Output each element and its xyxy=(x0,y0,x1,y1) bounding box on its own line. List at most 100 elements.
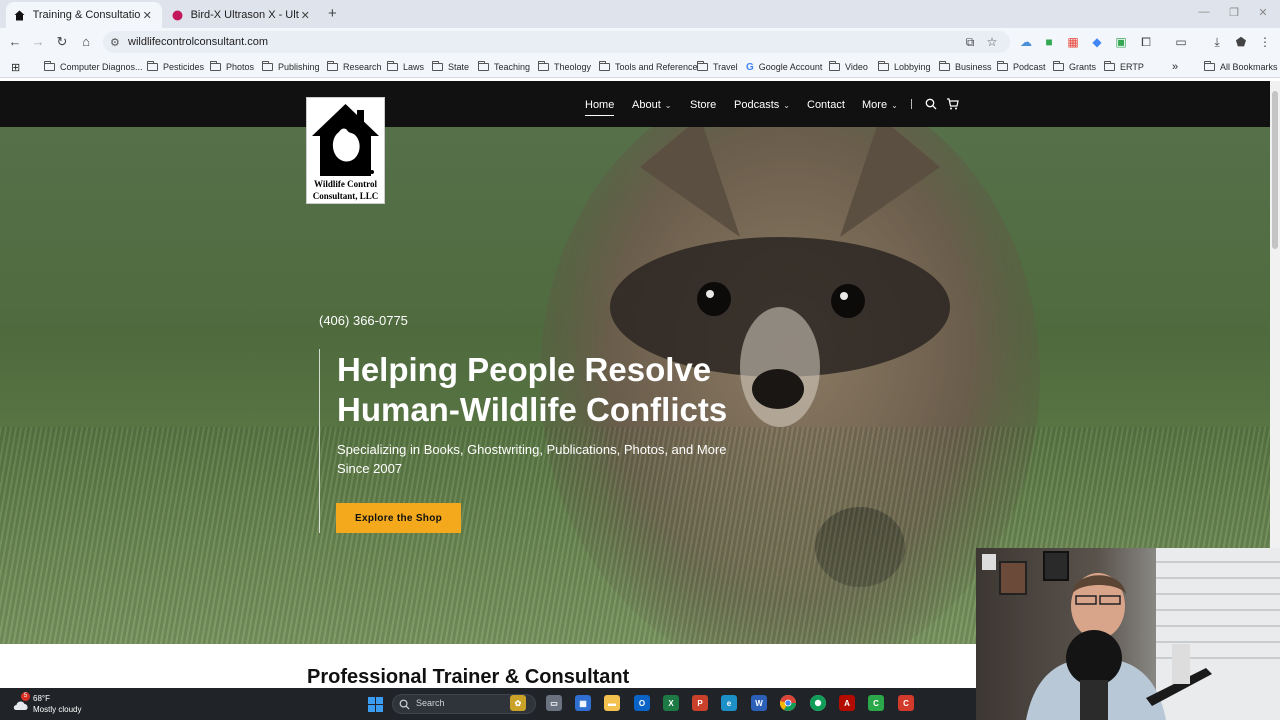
search-highlight-icon[interactable]: ✿ xyxy=(510,695,526,711)
folder-icon xyxy=(997,61,1008,71)
file-explorer-icon[interactable]: ▬ xyxy=(604,695,620,711)
task-view-icon[interactable]: ▭ xyxy=(546,695,562,711)
install-icon[interactable]: ⧉ xyxy=(962,34,978,50)
search-icon[interactable] xyxy=(925,97,939,111)
bookmark-item[interactable]: Business xyxy=(939,60,992,74)
tab-title: Bird-X Ultrason X - Ultrasonic B xyxy=(190,9,299,21)
section-title: Professional Trainer & Consultant xyxy=(307,666,630,688)
explore-shop-button[interactable]: Explore the Shop xyxy=(336,503,461,533)
tab-title: Training & Consultation - Wildl xyxy=(32,9,141,21)
weather-alert-badge: 5 xyxy=(21,692,30,701)
all-bookmarks[interactable]: All Bookmarks xyxy=(1204,60,1278,74)
folder-icon xyxy=(878,61,889,71)
cart-icon[interactable] xyxy=(946,97,960,111)
download-icon[interactable]: ⤓ xyxy=(1209,34,1225,50)
bookmark-item[interactable]: Pesticides xyxy=(147,60,204,74)
nav-home[interactable]: Home xyxy=(585,97,615,116)
bookmark-item[interactable]: Theology xyxy=(538,60,591,74)
shield-extension-icon[interactable]: ◆ xyxy=(1089,34,1105,50)
back-icon[interactable]: ← xyxy=(7,34,23,50)
apps-icon[interactable]: ⊞ xyxy=(11,60,20,74)
url-text[interactable]: wildlifecontrolconsultant.com xyxy=(128,36,268,48)
close-tab-icon[interactable]: ✕ xyxy=(141,9,155,22)
site-favicon-icon xyxy=(14,9,26,21)
star-icon[interactable]: ☆ xyxy=(984,34,1000,50)
home-icon[interactable]: ⌂ xyxy=(78,34,94,50)
bookmark-item[interactable]: Teaching xyxy=(478,60,530,74)
site-info-icon[interactable]: ⚙ xyxy=(110,36,120,49)
forward-icon[interactable]: → xyxy=(30,34,46,50)
outlook-icon[interactable]: O xyxy=(634,695,650,711)
bookmark-item[interactable]: Photos xyxy=(210,60,254,74)
browser-tab[interactable]: Bird-X Ultrason X - Ultrasonic B ✕ xyxy=(164,2,320,28)
bookmark-item[interactable]: G Google Account xyxy=(746,60,822,74)
hero-headline: Helping People Resolve Human-Wildlife Co… xyxy=(337,351,728,428)
browser-tab-active[interactable]: Training & Consultation - Wildl ✕ xyxy=(6,2,162,28)
close-tab-icon[interactable]: ✕ xyxy=(299,9,313,22)
nav-podcasts[interactable]: Podcasts ⌄ xyxy=(734,97,790,113)
green-extension-icon[interactable]: ■ xyxy=(1041,34,1057,50)
reload-icon[interactable]: ↻ xyxy=(54,34,70,50)
bookmark-item[interactable]: Computer Diagnos... xyxy=(44,60,143,74)
camtasia-icon[interactable]: C xyxy=(868,695,884,711)
folder-icon xyxy=(538,61,549,71)
nav-contact[interactable]: Contact xyxy=(807,97,845,113)
close-window-icon[interactable]: ✕ xyxy=(1256,6,1270,19)
menu-icon[interactable]: ⋮ xyxy=(1257,34,1273,50)
webcam-overlay xyxy=(976,548,1280,720)
folder-icon xyxy=(697,61,708,71)
site-logo[interactable]: Wildlife Control Consultant, LLC xyxy=(306,97,385,204)
bookmark-item[interactable]: Publishing xyxy=(262,60,320,74)
bookmark-item[interactable]: State xyxy=(432,60,469,74)
bookmark-item[interactable]: Podcast xyxy=(997,60,1046,74)
bookmark-item[interactable]: Research xyxy=(327,60,382,74)
hero-subheadline: Specializing in Books, Ghostwriting, Pub… xyxy=(337,442,727,476)
nav-divider xyxy=(911,99,912,109)
bookmark-item[interactable]: ERTP xyxy=(1104,60,1144,74)
word-icon[interactable]: W xyxy=(751,695,767,711)
profile-icon[interactable]: ⬟ xyxy=(1233,34,1249,50)
cloud-extension-icon[interactable]: ☁ xyxy=(1018,34,1034,50)
restore-icon[interactable]: ❐ xyxy=(1227,6,1241,19)
bookmark-item[interactable]: Tools and Reference xyxy=(599,60,698,74)
bookmark-item[interactable]: Travel xyxy=(697,60,738,74)
nav-more[interactable]: More ⌄ xyxy=(862,97,898,113)
more-bookmarks-icon[interactable]: » xyxy=(1172,60,1178,74)
chrome-profile-icon[interactable] xyxy=(810,695,826,711)
bookmark-item[interactable]: Laws xyxy=(387,60,424,74)
bookmark-item[interactable]: Lobbying xyxy=(878,60,931,74)
side-panel-icon[interactable]: ▭ xyxy=(1173,34,1189,50)
acrobat-icon[interactable]: A xyxy=(839,695,855,711)
folder-icon xyxy=(44,61,55,71)
bookmark-item[interactable]: Grants xyxy=(1053,60,1096,74)
folder-icon xyxy=(387,61,398,71)
folder-icon xyxy=(478,61,489,71)
excel-icon[interactable]: X xyxy=(663,695,679,711)
nav-store[interactable]: Store xyxy=(690,97,716,113)
folder-icon xyxy=(210,61,221,71)
folder-icon xyxy=(599,61,610,71)
bookmark-item[interactable]: Video xyxy=(829,60,868,74)
logo-text: Wildlife Control Consultant, LLC xyxy=(312,179,379,201)
scrollbar-thumb[interactable] xyxy=(1272,91,1278,249)
new-tab-icon[interactable]: + xyxy=(328,5,342,22)
chrome-icon[interactable] xyxy=(780,695,796,711)
edge-icon[interactable]: e xyxy=(721,695,737,711)
powerpoint-icon[interactable]: P xyxy=(692,695,708,711)
extensions-icon[interactable]: ⧠ xyxy=(1138,34,1154,50)
house-raccoon-logo-icon xyxy=(312,104,379,176)
windows-start-icon[interactable] xyxy=(367,696,383,712)
folder-icon xyxy=(1104,61,1115,71)
microsoft-store-icon[interactable]: ▦ xyxy=(575,695,591,711)
hero-phone[interactable]: (406) 366-0775 xyxy=(319,313,408,328)
folder-icon xyxy=(147,61,158,71)
badge-extension-icon[interactable]: ▣ xyxy=(1113,34,1129,50)
minimize-icon[interactable]: — xyxy=(1197,6,1211,18)
weather-temperature[interactable]: 68°F xyxy=(33,694,50,703)
nav-about[interactable]: About ⌄ xyxy=(632,97,671,113)
grid-extension-icon[interactable]: ▦ xyxy=(1065,34,1081,50)
weather-condition[interactable]: Mostly cloudy xyxy=(33,705,81,714)
folder-icon xyxy=(432,61,443,71)
recorder-icon[interactable]: C xyxy=(898,695,914,711)
chevron-down-icon: ⌄ xyxy=(664,100,672,110)
